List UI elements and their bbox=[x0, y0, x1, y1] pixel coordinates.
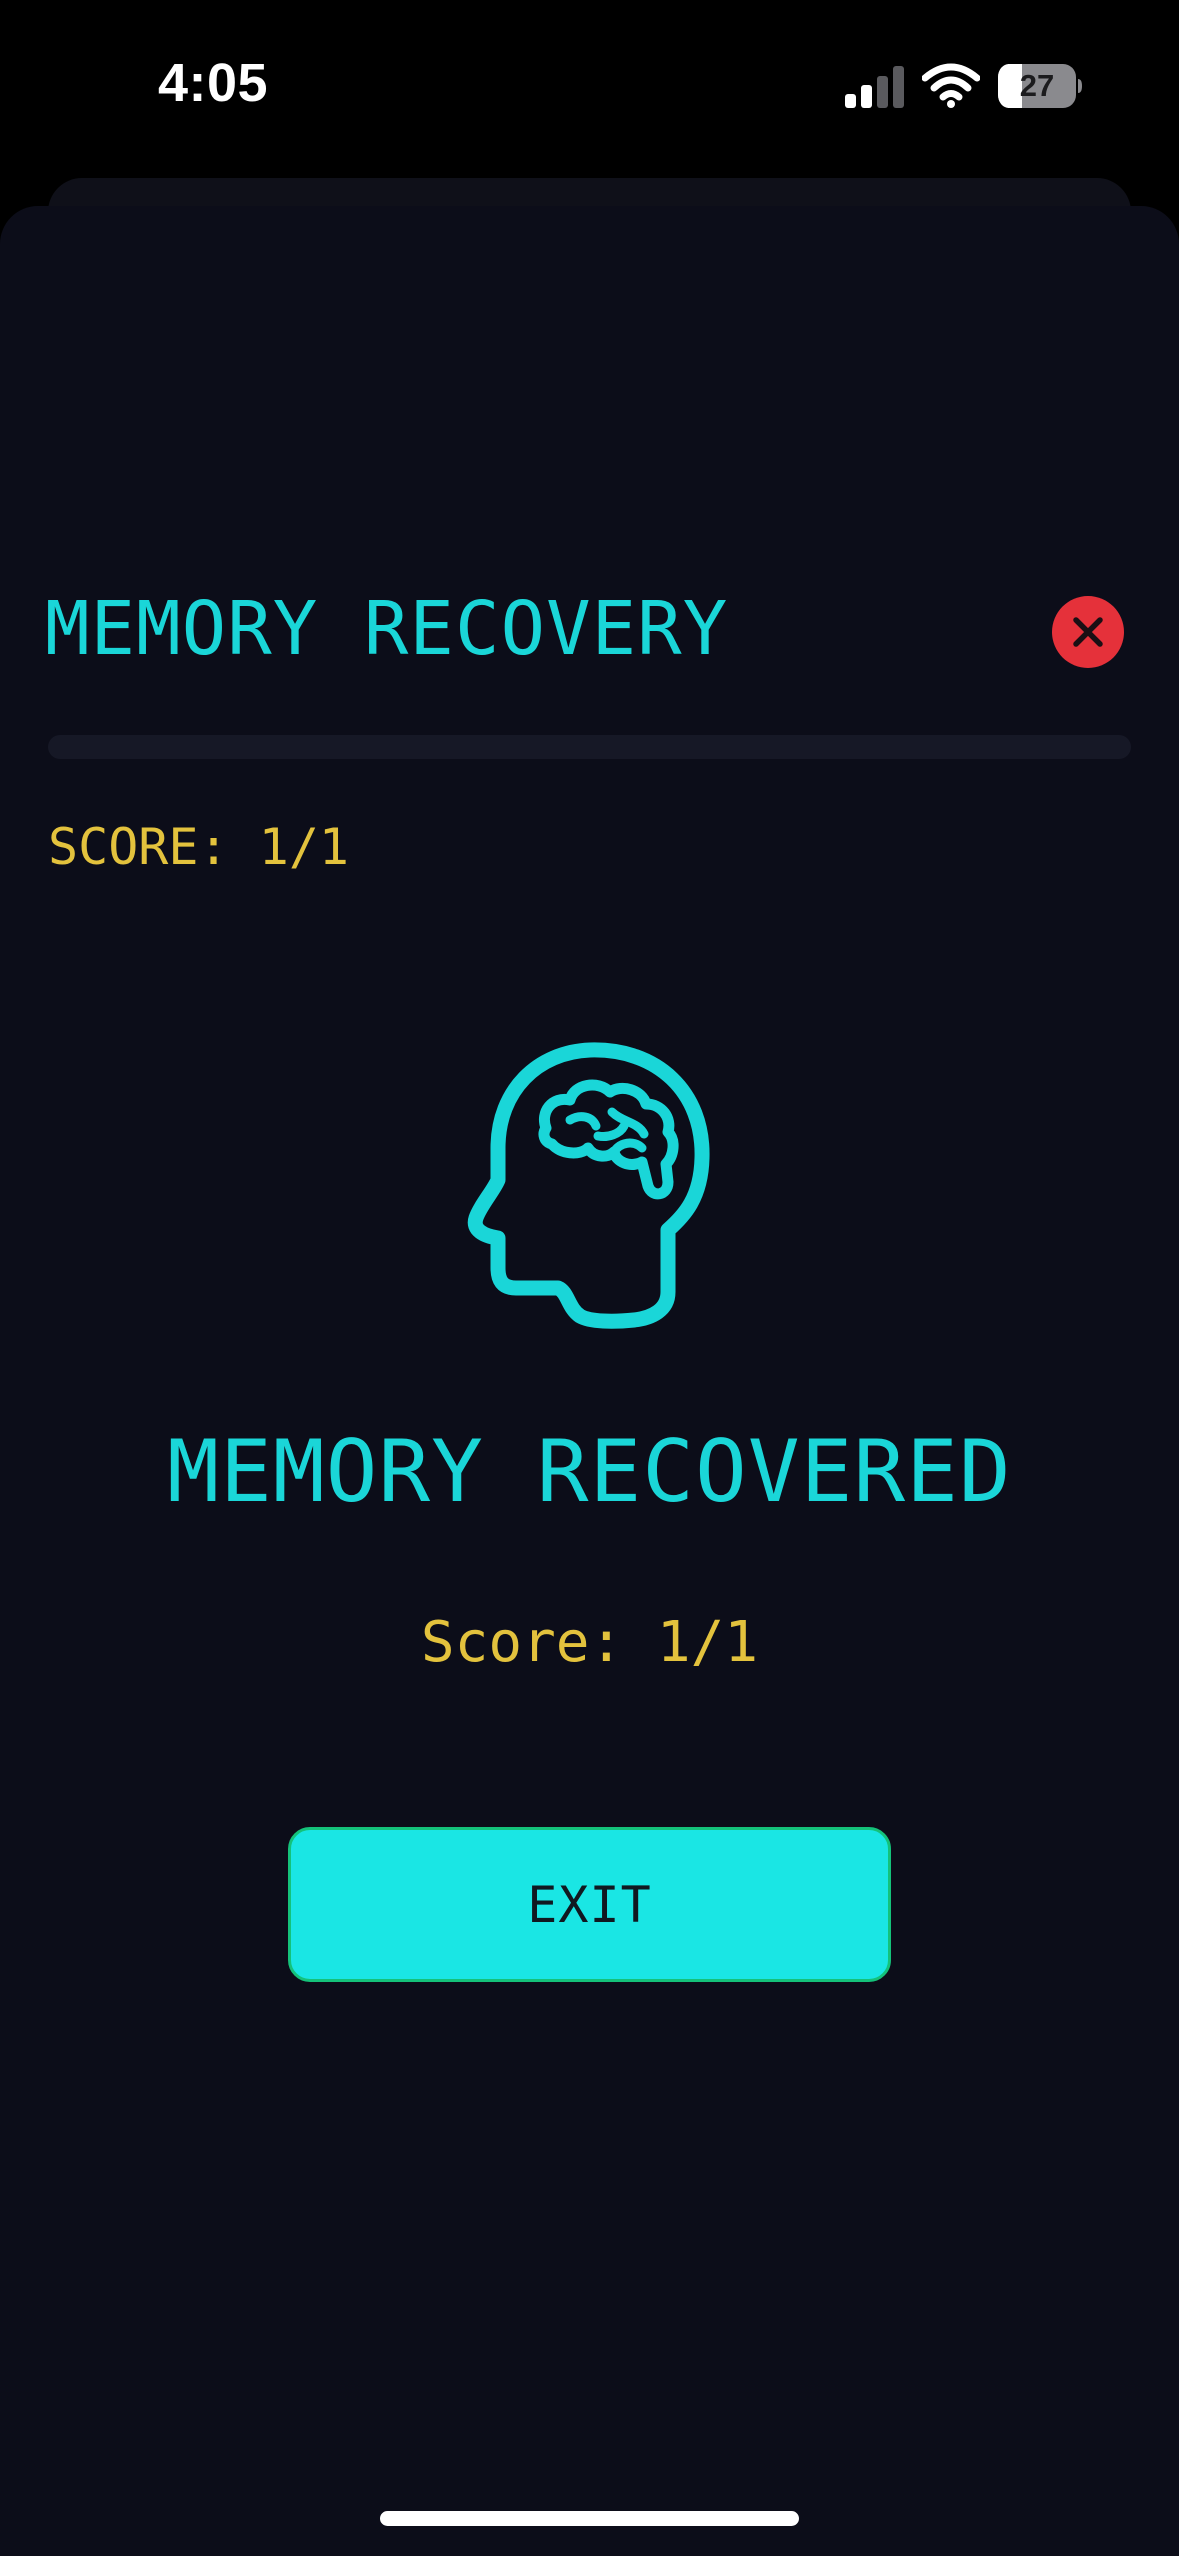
close-button[interactable] bbox=[1052, 596, 1124, 668]
home-indicator[interactable] bbox=[380, 2511, 799, 2526]
page-title: MEMORY RECOVERY bbox=[45, 586, 729, 672]
signal-icon bbox=[845, 66, 904, 108]
brain-head-icon bbox=[467, 1042, 710, 1329]
status-bar: 4:05 27 bbox=[0, 0, 1179, 175]
status-time: 4:05 bbox=[158, 53, 269, 113]
result-title: MEMORY RECOVERED bbox=[167, 1422, 1012, 1522]
progress-bar bbox=[48, 735, 1131, 759]
battery-level: 27 bbox=[1019, 68, 1055, 103]
exit-button[interactable]: EXIT bbox=[288, 1827, 891, 1982]
close-icon bbox=[1073, 617, 1103, 647]
score-label: SCORE: 1/1 bbox=[48, 818, 350, 876]
result-score: Score: 1/1 bbox=[420, 1610, 759, 1675]
game-sheet bbox=[0, 206, 1179, 2556]
wifi-icon bbox=[922, 63, 980, 108]
